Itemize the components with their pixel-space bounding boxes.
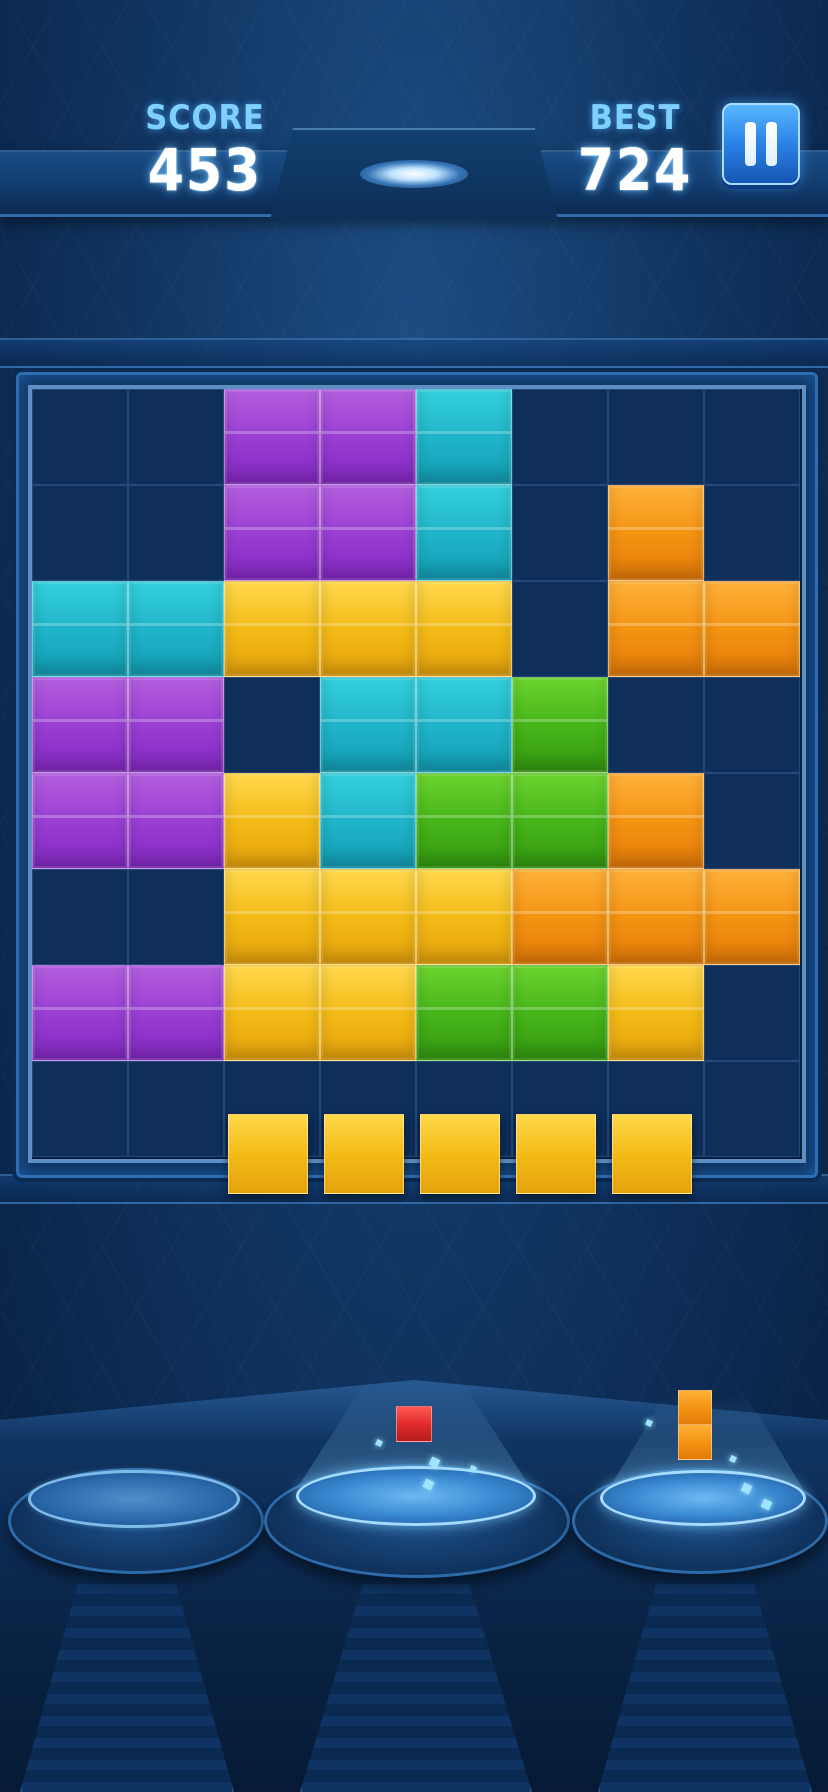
empty-cell [704, 485, 800, 581]
cyan-block [32, 581, 128, 677]
dragging-piece-cell[interactable] [420, 1114, 500, 1194]
empty-cell [512, 485, 608, 581]
orange-block [608, 581, 704, 677]
empty-cell [128, 389, 224, 485]
green-block [512, 677, 608, 773]
green-block [512, 773, 608, 869]
yellow-block [224, 773, 320, 869]
best-value: 724 [577, 136, 693, 204]
empty-cell [128, 1061, 224, 1157]
yellow-block [608, 965, 704, 1061]
empty-cell [32, 389, 128, 485]
tray-slot-3[interactable] [600, 1470, 806, 1526]
empty-cell [128, 485, 224, 581]
green-block [416, 965, 512, 1061]
orange-block [608, 869, 704, 965]
empty-cell [128, 869, 224, 965]
yellow-block [416, 581, 512, 677]
purple-block [128, 965, 224, 1061]
tray-slot-1[interactable] [28, 1470, 240, 1528]
empty-cell [512, 581, 608, 677]
board-frame-bottom [0, 1174, 828, 1204]
empty-cell [704, 389, 800, 485]
orange-block [704, 581, 800, 677]
green-block [416, 773, 512, 869]
yellow-block [320, 965, 416, 1061]
score-label: SCORE [145, 98, 265, 138]
cyan-block [416, 389, 512, 485]
empty-cell [32, 1061, 128, 1157]
score-value: 453 [147, 136, 263, 204]
purple-block [32, 773, 128, 869]
best-label: BEST [589, 98, 681, 138]
purple-block [32, 677, 128, 773]
orange-block [704, 869, 800, 965]
empty-cell [224, 677, 320, 773]
cyan-block [416, 677, 512, 773]
purple-block [224, 389, 320, 485]
tray-piece-red-single[interactable] [396, 1406, 432, 1442]
empty-cell [512, 389, 608, 485]
pause-icon [745, 122, 777, 166]
tray-slot-2[interactable] [296, 1466, 536, 1526]
empty-cell [32, 485, 128, 581]
purple-block [224, 485, 320, 581]
dragging-piece-cell[interactable] [612, 1114, 692, 1194]
yellow-block [320, 581, 416, 677]
best-display: BEST 724 [560, 98, 710, 202]
purple-block [128, 773, 224, 869]
yellow-block [224, 869, 320, 965]
header-lamp [360, 160, 468, 188]
hud-header: SCORE 453 BEST 724 [0, 0, 828, 230]
purple-block [320, 485, 416, 581]
score-display: SCORE 453 [130, 98, 280, 202]
cyan-block [416, 485, 512, 581]
cyan-block [320, 773, 416, 869]
empty-cell [704, 965, 800, 1061]
dragging-piece-cell[interactable] [228, 1114, 308, 1194]
dragging-piece-cell[interactable] [516, 1114, 596, 1194]
dragging-piece-cell[interactable] [324, 1114, 404, 1194]
tray-piece-orange-bottom[interactable] [678, 1424, 712, 1460]
empty-cell [32, 869, 128, 965]
yellow-block [224, 965, 320, 1061]
yellow-block [224, 581, 320, 677]
board-frame-top [0, 338, 828, 368]
orange-block [608, 485, 704, 581]
empty-cell [704, 1061, 800, 1157]
orange-block [608, 773, 704, 869]
empty-cell [608, 389, 704, 485]
yellow-block [416, 869, 512, 965]
game-board[interactable] [28, 385, 806, 1163]
empty-cell [704, 677, 800, 773]
cyan-block [128, 581, 224, 677]
green-block [512, 965, 608, 1061]
empty-cell [608, 677, 704, 773]
purple-block [320, 389, 416, 485]
purple-block [32, 965, 128, 1061]
yellow-block [320, 869, 416, 965]
empty-cell [704, 773, 800, 869]
purple-block [128, 677, 224, 773]
cyan-block [320, 677, 416, 773]
pause-button[interactable] [722, 103, 800, 185]
orange-block [512, 869, 608, 965]
tray-piece-orange-top[interactable] [678, 1390, 712, 1426]
